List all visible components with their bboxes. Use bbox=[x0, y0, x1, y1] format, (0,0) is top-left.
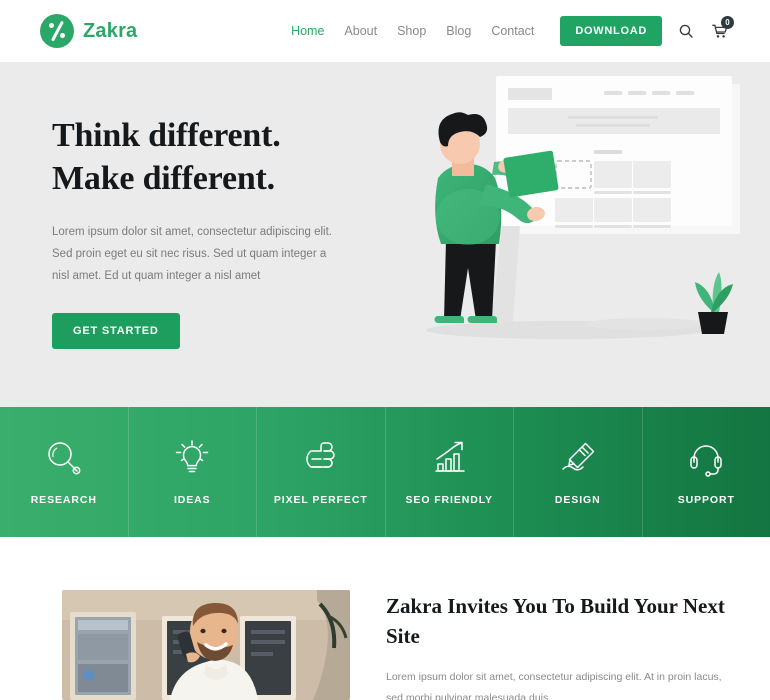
feature-item-design[interactable]: DESIGN bbox=[514, 407, 643, 537]
nav-item-contact[interactable]: Contact bbox=[481, 24, 544, 38]
lightbulb-icon bbox=[176, 440, 209, 473]
headset-icon bbox=[690, 445, 722, 477]
feature-label: RESEARCH bbox=[30, 494, 97, 506]
invite-section: Zakra Invites You To Build Your Next Sit… bbox=[0, 537, 770, 700]
hero-title-line-2: Make different. bbox=[52, 160, 275, 198]
feature-item-ideas[interactable]: IDEAS bbox=[129, 407, 257, 537]
feature-item-support[interactable]: SUPPORT bbox=[643, 407, 770, 537]
invite-photo bbox=[62, 590, 350, 700]
shopping-cart-icon[interactable]: 0 bbox=[710, 16, 734, 42]
bar-chart-growth-icon bbox=[435, 441, 465, 472]
hero-paragraph: Lorem ipsum dolor sit amet, consectetur … bbox=[52, 226, 332, 282]
main-navigation: Home About Shop Blog Contact DOWNLOAD 0 bbox=[281, 16, 734, 46]
brand-name: Zakra bbox=[83, 19, 138, 42]
search-icon[interactable] bbox=[676, 20, 696, 42]
zakra-percent-logo-icon bbox=[40, 14, 74, 48]
hero-title: Think different. Make different. bbox=[52, 114, 382, 200]
hero-illustration bbox=[426, 76, 740, 339]
feature-label: SUPPORT bbox=[677, 494, 735, 506]
get-started-button[interactable]: GET STARTED bbox=[52, 313, 180, 350]
marker-pen-icon bbox=[562, 442, 594, 471]
nav-item-shop[interactable]: Shop bbox=[387, 24, 436, 38]
site-header: Zakra Home About Shop Blog Contact DOWNL… bbox=[0, 0, 770, 62]
feature-item-pixel-perfect[interactable]: PIXEL PERFECT bbox=[257, 407, 386, 537]
hero-text-block: Think different. Make different. Lorem i… bbox=[52, 114, 382, 350]
download-button[interactable]: DOWNLOAD bbox=[560, 16, 662, 46]
thumbs-up-icon bbox=[306, 442, 335, 468]
brand-logo[interactable]: Zakra bbox=[40, 14, 137, 48]
hero-title-line-1: Think different. bbox=[52, 117, 281, 154]
feature-label: SEO FRIENDLY bbox=[405, 494, 493, 506]
features-strip: RESEARCH IDEAS PIXEL PERFECT SEO FRIENDL… bbox=[0, 407, 770, 537]
invite-title: Zakra Invites You To Build Your Next Sit… bbox=[386, 594, 725, 648]
feature-label: PIXEL PERFECT bbox=[273, 494, 368, 506]
feature-label: IDEAS bbox=[173, 494, 211, 506]
magnifying-glass-icon bbox=[48, 442, 81, 475]
invite-text-block: Zakra Invites You To Build Your Next Sit… bbox=[386, 590, 730, 700]
feature-item-seo-friendly[interactable]: SEO FRIENDLY bbox=[386, 407, 514, 537]
nav-item-about[interactable]: About bbox=[334, 24, 387, 38]
feature-label: DESIGN bbox=[554, 494, 601, 506]
invite-paragraph: Lorem ipsum dolor sit amet, consectetur … bbox=[386, 670, 722, 700]
nav-item-home[interactable]: Home bbox=[281, 24, 334, 38]
nav-item-blog[interactable]: Blog bbox=[436, 24, 481, 38]
hero-section: Think different. Make different. Lorem i… bbox=[0, 62, 770, 407]
cart-count-badge: 0 bbox=[721, 16, 734, 29]
feature-item-research[interactable]: RESEARCH bbox=[0, 407, 129, 537]
